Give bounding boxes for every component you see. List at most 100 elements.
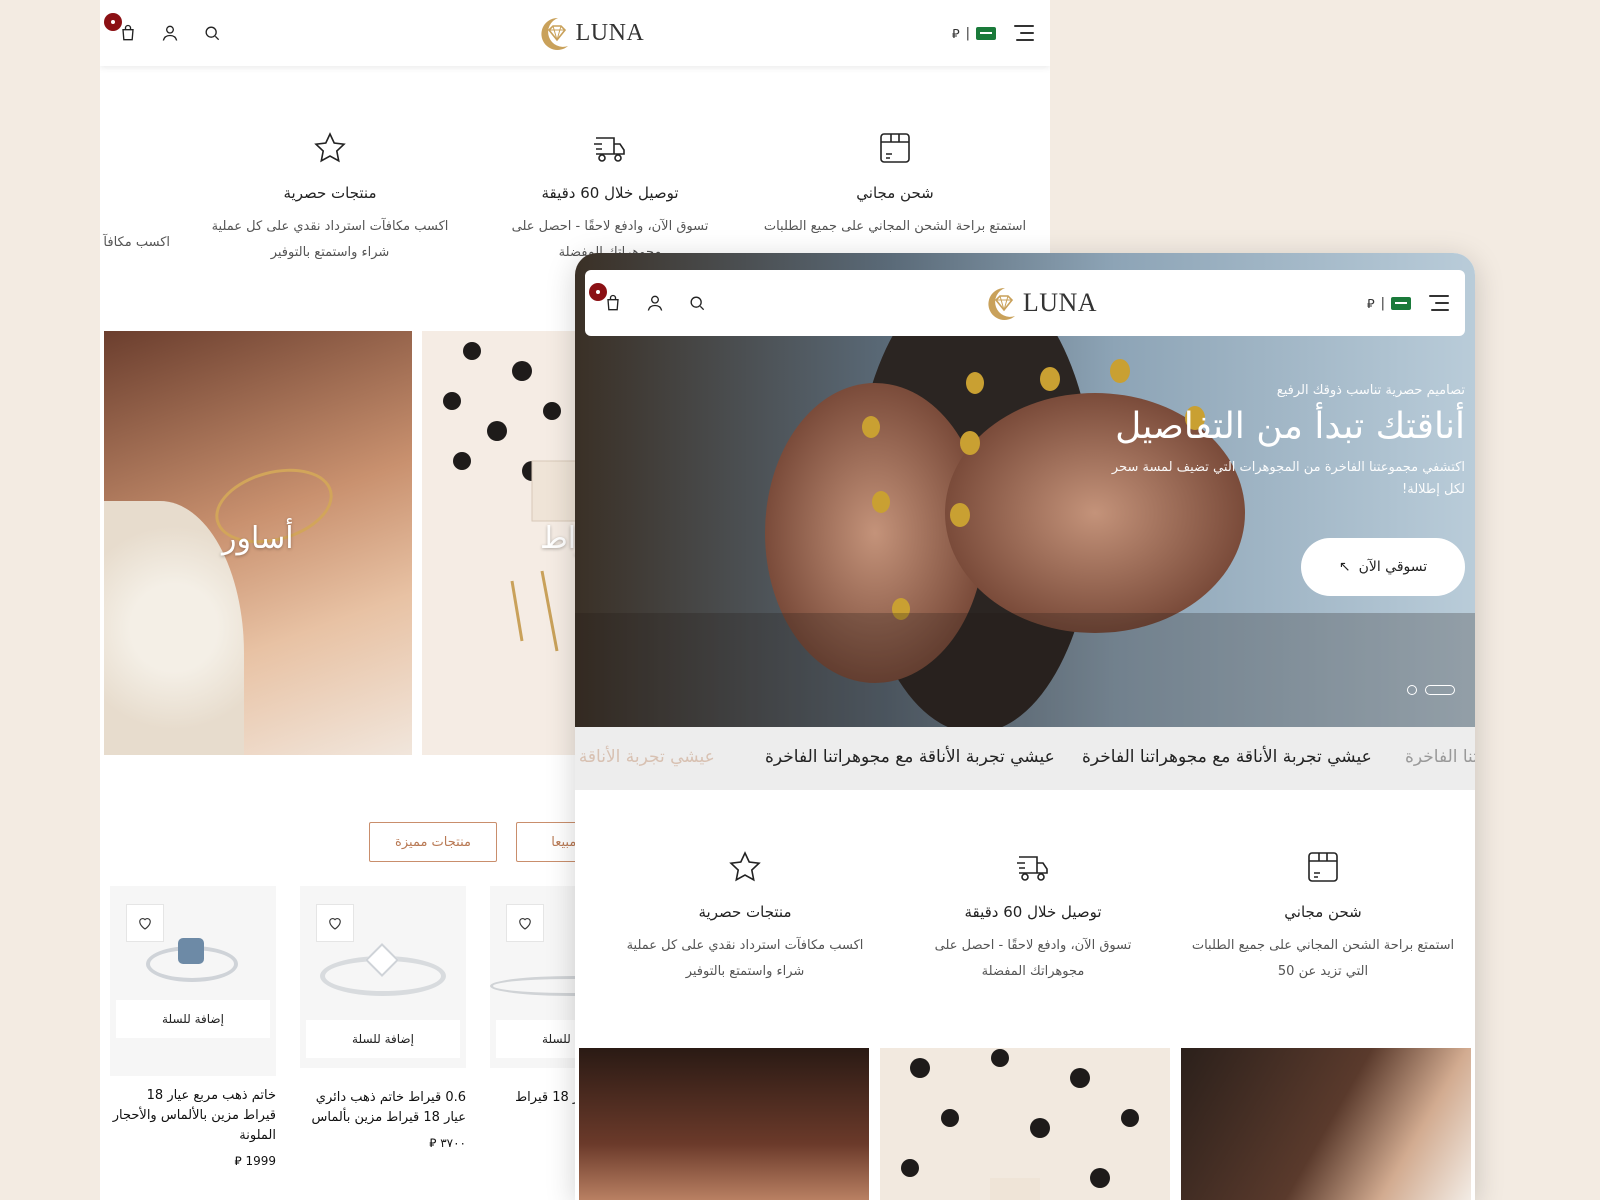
cart-button[interactable] bbox=[104, 13, 140, 45]
hero-content: تصاميم حصرية تناسب ذوقك الرفيع أناقتك تب… bbox=[1105, 383, 1465, 501]
feature-desc: استمتع براحة الشحن المجاني على جميع الطل… bbox=[1191, 938, 1455, 979]
category-card-bracelets[interactable] bbox=[579, 1048, 869, 1200]
slider-dot-active[interactable] bbox=[1425, 685, 1455, 695]
category-card-earrings[interactable] bbox=[880, 1048, 1170, 1200]
crescent-diamond-logo-icon bbox=[979, 282, 1021, 324]
delivery-truck-icon bbox=[1017, 856, 1048, 881]
product-image: إضافة للسلة bbox=[300, 886, 466, 1068]
feature-title: شحن مجاني bbox=[1284, 903, 1362, 921]
feature-desc: تسوق الآن، وادفع لاحقًا - احصل على مجوهر… bbox=[934, 938, 1132, 979]
feature-title: توصيل خلال 60 دقيقة bbox=[541, 184, 679, 202]
product-card[interactable]: إضافة للسلة 0.6 قيراط خاتم ذهب دائري عيا… bbox=[300, 886, 466, 1151]
feature-title: توصيل خلال 60 دقيقة bbox=[964, 903, 1102, 921]
product-price: ٣٧٠٠ ⃁ bbox=[429, 1136, 466, 1150]
header-right: ⃁ | bbox=[952, 25, 1034, 42]
feature-desc-partial: اكسب مكافآ bbox=[103, 235, 170, 250]
logo-text: LUNA bbox=[575, 19, 645, 46]
star-icon bbox=[729, 851, 761, 882]
category-label: أساور bbox=[222, 521, 294, 556]
logo-text: LUNA bbox=[1022, 288, 1098, 317]
cart-count-badge bbox=[589, 283, 607, 301]
feature-desc: اكسب مكافآت استرداد نقدي على كل عملية شر… bbox=[626, 938, 864, 979]
product-price: 1999 ⃁ bbox=[234, 1154, 277, 1168]
hero-slider: LUNA ⃁ | تصاميم حصرية تناسب ذوقك الرفيع … bbox=[575, 253, 1475, 727]
arrow-up-left-icon: ↖ bbox=[1338, 559, 1351, 575]
add-to-cart-button[interactable]: إضافة للسلة bbox=[116, 1000, 270, 1038]
shop-now-label: تسوقي الآن bbox=[1358, 559, 1428, 575]
search-button[interactable] bbox=[685, 291, 709, 315]
search-icon bbox=[205, 26, 220, 41]
star-icon bbox=[314, 132, 346, 163]
feature-title: شحن مجاني bbox=[856, 184, 934, 202]
feature-exclusive: منتجات حصرية اكسب مكافآت استرداد نقدي عل… bbox=[195, 130, 465, 266]
currency-separator: | bbox=[965, 25, 970, 41]
search-button[interactable] bbox=[200, 21, 224, 45]
shop-now-button[interactable]: تسوقي الآن ↖ bbox=[1301, 538, 1465, 596]
category-card-necklaces[interactable] bbox=[1181, 1048, 1471, 1200]
search-icon bbox=[690, 296, 705, 311]
menu-icon[interactable] bbox=[1014, 25, 1034, 41]
product-name[interactable]: 0.6 قيراط خاتم ذهب دائري عيار 18 قيراط م… bbox=[300, 1088, 467, 1128]
cart-button[interactable] bbox=[589, 283, 625, 315]
feature-delivery: توصيل خلال 60 دقيقة تسوق الآن، وادفع لاح… bbox=[898, 849, 1168, 985]
floating-site-header: LUNA ⃁ | bbox=[585, 270, 1465, 336]
user-icon bbox=[647, 295, 663, 311]
marquee-text: عيشي تجربة الأناقة مع مجوهراتنا الفاخرة bbox=[765, 747, 1055, 767]
hero-description: اكتشفي مجموعتنا الفاخرة من المجوهرات الت… bbox=[1111, 460, 1465, 497]
delivery-truck-icon bbox=[594, 137, 625, 162]
header-actions bbox=[104, 13, 224, 45]
feature-desc: اكسب مكافآت استرداد نقدي على كل عملية شر… bbox=[211, 219, 449, 260]
currency-selector[interactable]: ⃁ | bbox=[952, 25, 996, 42]
feature-free-shipping: شحن مجاني استمتع براحة الشحن المجاني على… bbox=[760, 130, 1030, 240]
category-card-bracelets[interactable]: أساور bbox=[104, 331, 412, 755]
header-actions bbox=[589, 283, 709, 315]
currency-symbol: ⃁ bbox=[1366, 296, 1375, 312]
cart-count-badge bbox=[104, 13, 122, 31]
account-button[interactable] bbox=[158, 21, 182, 45]
currency-symbol: ⃁ bbox=[951, 26, 960, 42]
slider-dot[interactable] bbox=[1407, 685, 1417, 695]
feature-free-shipping: شحن مجاني استمتع براحة الشحن المجاني على… bbox=[1188, 849, 1458, 985]
marquee-text: عيشي تجربة الأناقة مع مجوهراتنا الفاخرة bbox=[1082, 747, 1372, 767]
polka-dot-fabric-image bbox=[901, 1049, 1139, 1200]
site-header: LUNA ⃁ | bbox=[100, 0, 1050, 66]
feature-title: منتجات حصرية bbox=[698, 903, 792, 921]
tab-featured[interactable]: منتجات مميزة bbox=[369, 822, 497, 862]
product-card[interactable]: إضافة للسلة خاتم ذهب مربع عيار 18 قيراط … bbox=[110, 886, 276, 1169]
menu-icon[interactable] bbox=[1429, 295, 1449, 311]
feature-desc: استمتع براحة الشحن المجاني على جميع الطل… bbox=[763, 219, 1027, 234]
header-right: ⃁ | bbox=[1367, 295, 1449, 312]
heart-icon bbox=[329, 918, 341, 930]
box-icon bbox=[1308, 852, 1338, 882]
gemstone bbox=[178, 938, 204, 964]
box-icon bbox=[880, 133, 910, 163]
site-logo[interactable]: LUNA bbox=[979, 282, 1097, 324]
categories-grid bbox=[579, 1048, 1471, 1200]
account-button[interactable] bbox=[643, 291, 667, 315]
wishlist-button[interactable] bbox=[126, 904, 164, 942]
crescent-diamond-logo-icon bbox=[532, 12, 574, 54]
user-icon bbox=[162, 25, 178, 41]
feature-delivery: توصيل خلال 60 دقيقة تسوق الآن، وادفع لاح… bbox=[475, 130, 745, 266]
heart-icon bbox=[519, 918, 531, 930]
slider-dots bbox=[1407, 685, 1455, 695]
hero-title: أناقتك تبدأ من التفاصيل bbox=[1115, 406, 1465, 447]
currency-separator: | bbox=[1380, 295, 1385, 311]
site-logo[interactable]: LUNA bbox=[532, 12, 645, 54]
marquee-text: عيشي تجربة الأناقة مع مجوهراتنا الفاخرة bbox=[575, 747, 715, 767]
heart-icon bbox=[139, 918, 151, 930]
saudi-flag-icon bbox=[976, 26, 996, 40]
wishlist-button[interactable] bbox=[506, 904, 544, 942]
product-image: إضافة للسلة bbox=[110, 886, 276, 1076]
front-page-window: LUNA ⃁ | تصاميم حصرية تناسب ذوقك الرفيع … bbox=[575, 253, 1475, 1200]
feature-title: منتجات حصرية bbox=[283, 184, 377, 202]
product-name[interactable]: خاتم ذهب مربع عيار 18 قيراط مزين بالألما… bbox=[110, 1086, 276, 1146]
saudi-flag-icon bbox=[1391, 296, 1411, 310]
feature-exclusive: منتجات حصرية اكسب مكافآت استرداد نقدي عل… bbox=[610, 849, 880, 985]
marquee-text: عيشي تجربة الأناقة مع مجوهراتنا الفاخرة bbox=[1405, 747, 1475, 767]
marquee-banner: عيشي تجربة الأناقة مع مجوهراتنا الفاخرة … bbox=[575, 727, 1475, 790]
hero-kicker: تصاميم حصرية تناسب ذوقك الرفيع bbox=[1276, 383, 1465, 398]
currency-selector[interactable]: ⃁ | bbox=[1367, 295, 1411, 312]
add-to-cart-button[interactable]: إضافة للسلة bbox=[306, 1020, 460, 1058]
wishlist-button[interactable] bbox=[316, 904, 354, 942]
